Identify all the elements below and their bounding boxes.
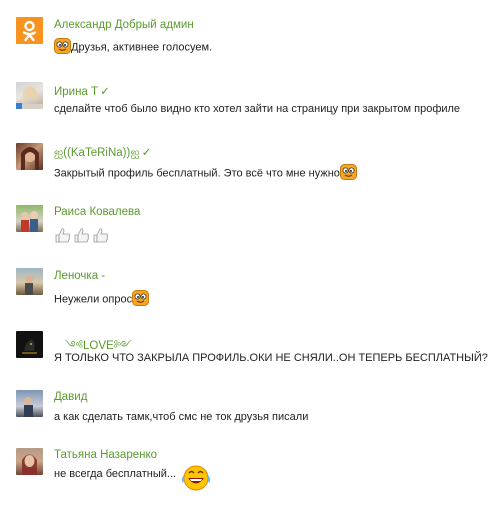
avatar[interactable] bbox=[16, 268, 43, 295]
comment-text: сделайте чтоб было видно кто хотел зайти… bbox=[54, 103, 461, 115]
comment-text-row: Неужели опрос bbox=[54, 290, 150, 309]
avatar[interactable] bbox=[16, 143, 43, 170]
thumbs-up-row bbox=[54, 226, 114, 249]
odnoklassniki-logo-icon[interactable] bbox=[16, 17, 43, 44]
verified-check-icon: ✓ bbox=[141, 147, 152, 159]
smiley-icon bbox=[132, 290, 150, 309]
comment-text: а как сделать тамк,чтоб смс не ток друзь… bbox=[54, 411, 309, 423]
avatar[interactable] bbox=[16, 205, 43, 232]
comment-author[interactable]: Давид bbox=[54, 391, 87, 403]
avatar[interactable] bbox=[16, 390, 43, 417]
avatar[interactable] bbox=[16, 331, 43, 358]
avatar[interactable] bbox=[16, 448, 43, 475]
author-name[interactable]: Ирина Т bbox=[54, 86, 98, 98]
comment-text-row: Закрытый профиль бесплатный. Это всё что… bbox=[54, 164, 357, 183]
comment-text-row: Друзья, активнее голосуем. bbox=[54, 38, 212, 57]
comment-text: Закрытый профиль бесплатный. Это всё что… bbox=[54, 167, 340, 180]
comment-author[interactable]: Раиса Ковалева bbox=[54, 206, 140, 218]
comment-text-row: не всегда бесплатный... bbox=[54, 468, 176, 480]
comment-author[interactable]: Ирина Т ✓ bbox=[54, 84, 110, 98]
comment-text: не всегда бесплатный... bbox=[54, 468, 177, 480]
online-indicator bbox=[16, 103, 22, 109]
comment-author[interactable]: ஐ((KaTeRiNa))ஐ ✓ bbox=[54, 145, 151, 161]
comment-author[interactable]: Александр Добрый админ bbox=[54, 19, 194, 31]
author-name[interactable]: ஐ((KaTeRiNa))ஐ bbox=[54, 147, 140, 159]
comment-text: Я ТОЛЬКО ЧТО ЗАКРЫЛА ПРОФИЛЬ.ОКИ НЕ СНЯЛ… bbox=[54, 352, 488, 364]
smiley-icon bbox=[54, 38, 71, 57]
laughing-emoji-icon bbox=[179, 462, 213, 499]
verified-check-icon: ✓ bbox=[100, 86, 110, 98]
comment-text: Друзья, активнее голосуем. bbox=[71, 41, 213, 54]
comment-text: Неужели опрос bbox=[54, 293, 133, 306]
comment-author[interactable]: Татьяна Назаренко bbox=[54, 449, 157, 461]
comment-author[interactable]: Леночка - bbox=[54, 270, 105, 282]
smiley-icon bbox=[339, 164, 357, 183]
thumbs-up-icon bbox=[55, 228, 108, 243]
